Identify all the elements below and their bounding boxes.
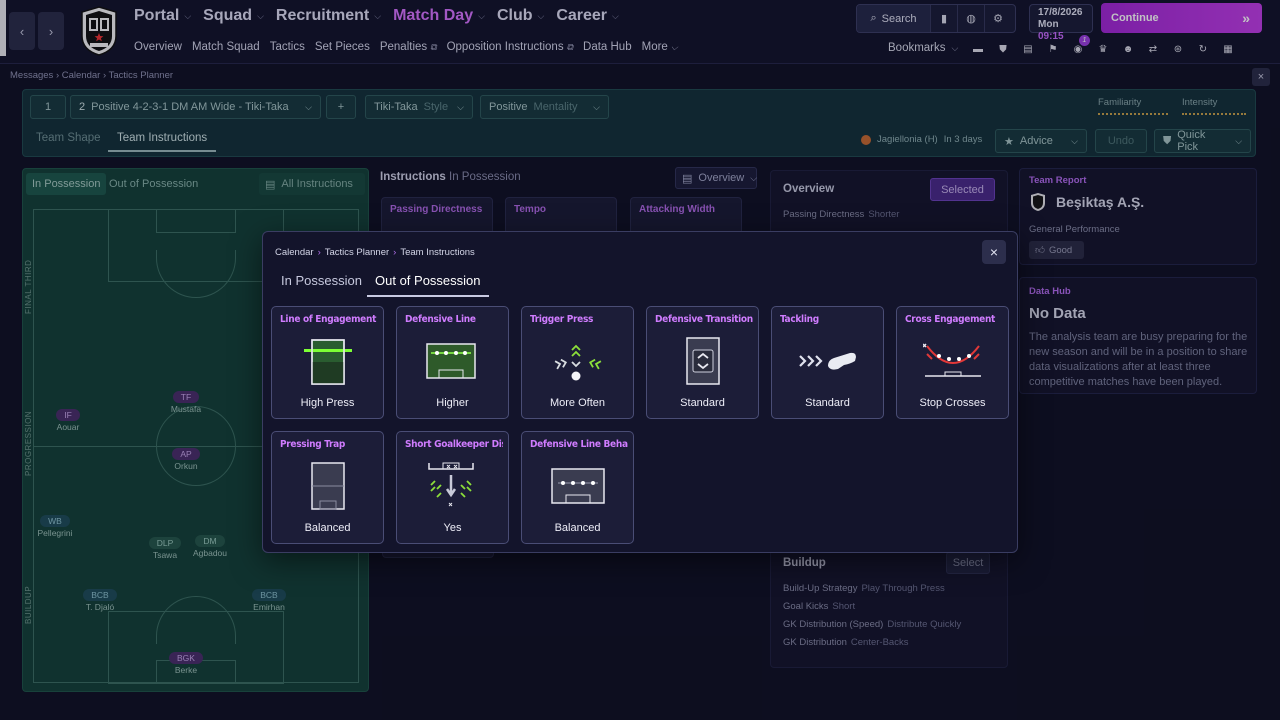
modal-breadcrumb-tactics-planner[interactable]: Tactics Planner [325,247,389,258]
instruction-card-defensive-line[interactable]: Defensive Line Higher [396,306,509,419]
card-value: Balanced [554,522,601,534]
chevron-right-icon: › [317,247,321,258]
card-title: Tackling [780,314,819,325]
card-value: More Often [549,397,606,409]
card-value: Stop Crosses [919,397,986,409]
instruction-card-cross-engagement[interactable]: Cross Engagement Stop Crosses [896,306,1009,419]
instruction-card-tackling[interactable]: Tackling Standard [771,306,884,419]
line-of-engagement-icon [304,339,352,385]
card-title: Line of Engagement [280,314,377,325]
card-title: Defensive Line Behaviour [530,439,628,450]
instruction-card-short-goalkeeper-distribution[interactable]: Short Goalkeeper Distribution Yes [396,431,509,544]
card-value: High Press [300,397,355,409]
card-title: Cross Engagement [905,314,996,325]
card-title: Defensive Line [405,314,476,325]
instruction-card-defensive-transition[interactable]: Defensive Transition Standard [646,306,759,419]
card-title: Pressing Trap [280,439,345,450]
defensive-line-behaviour-icon [551,468,605,504]
card-value: Higher [436,397,469,409]
card-value: Yes [443,522,462,534]
card-value: Standard [680,397,725,409]
instruction-card-defensive-line-behaviour[interactable]: Defensive Line Behaviour Balanced [521,431,634,544]
modal-tab-in-possession[interactable]: In Possession [281,273,362,288]
short-goalkeeper-distribution-icon [428,462,474,507]
modal-breadcrumb-calendar[interactable]: Calendar [275,247,314,258]
defensive-line-icon [426,343,476,379]
card-title: Short Goalkeeper Distribution [405,439,503,450]
instruction-card-trigger-press[interactable]: Trigger Press More Often [521,306,634,419]
trigger-press-icon [554,344,602,381]
card-value: Standard [805,397,850,409]
modal-close-button[interactable]: × [982,240,1006,264]
card-title: Defensive Transition [655,314,753,325]
team-instructions-modal: Calendar › Tactics Planner › Team Instruct… [262,231,1018,553]
modal-breadcrumb: Calendar › Tactics Planner › Team Instruct… [275,247,475,258]
cross-engagement-icon [923,343,981,377]
pressing-trap-icon [311,462,345,510]
card-title: Trigger Press [530,314,594,325]
chevron-right-icon: › [393,247,397,258]
modal-tab-out-of-possession[interactable]: Out of Possession [367,273,489,297]
tackling-icon [799,352,856,370]
instruction-card-line-of-engagement[interactable]: Line of Engagement High Press [271,306,384,419]
modal-breadcrumb-team-instructions[interactable]: Team Instructions [400,247,474,258]
close-icon: × [989,244,999,260]
card-value: Balanced [304,522,351,534]
instruction-card-pressing-trap[interactable]: Pressing Trap Balanced [271,431,384,544]
defensive-transition-icon [686,337,720,385]
